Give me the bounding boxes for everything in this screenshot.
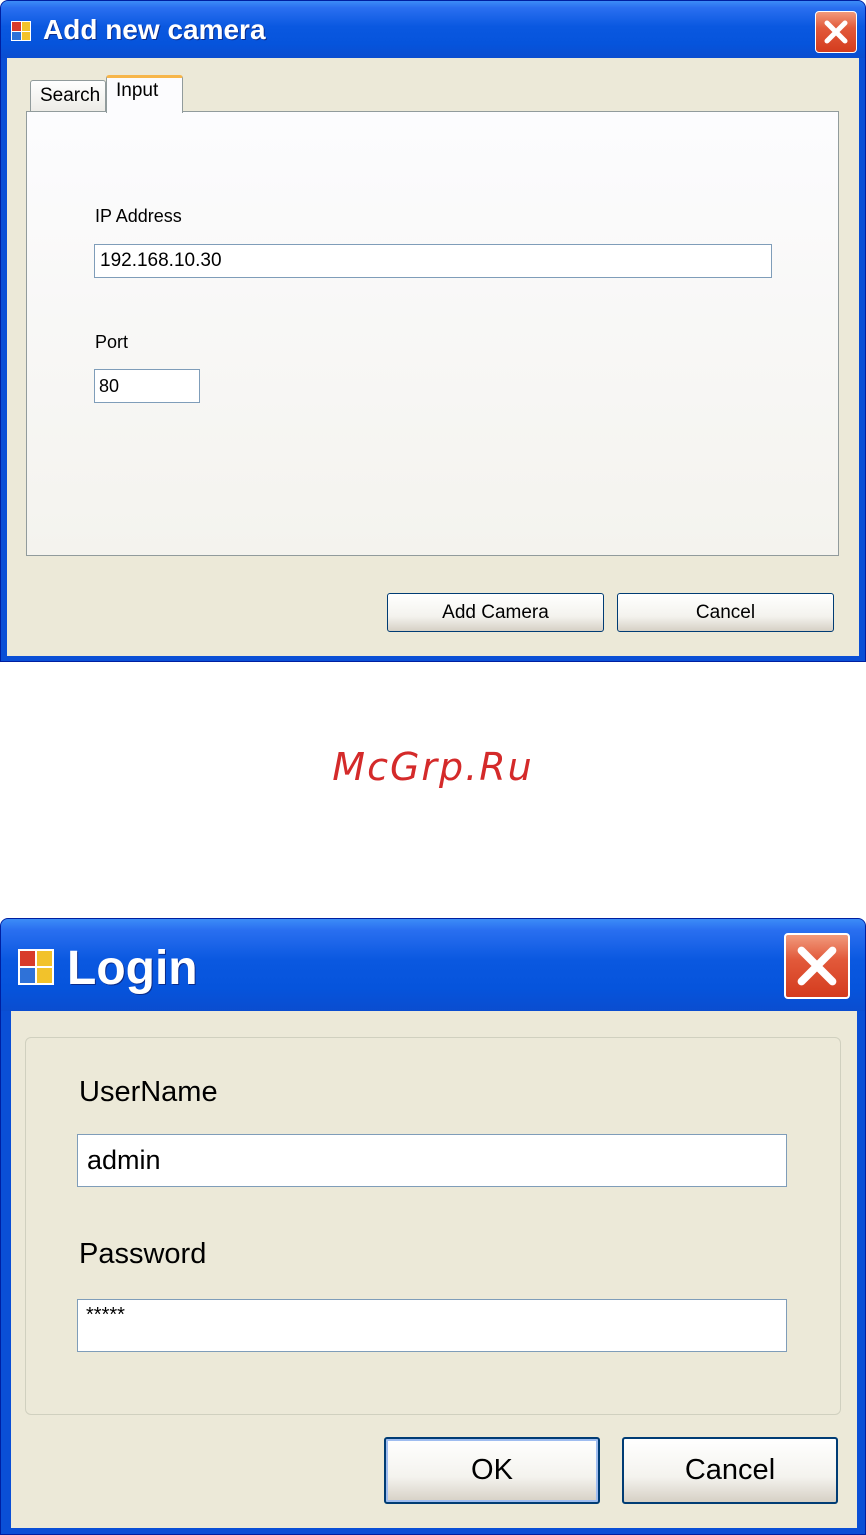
- port-input[interactable]: [94, 369, 200, 403]
- cancel-button[interactable]: Cancel: [622, 1437, 838, 1504]
- username-label: UserName: [79, 1076, 218, 1108]
- ok-button[interactable]: OK: [384, 1437, 600, 1504]
- ip-address-input[interactable]: [94, 244, 772, 278]
- close-icon: [797, 946, 837, 986]
- close-icon: [824, 20, 848, 44]
- tab-search-label: Search: [40, 85, 101, 106]
- close-button[interactable]: [815, 11, 857, 53]
- ip-address-label: IP Address: [95, 206, 182, 226]
- app-icon: [18, 949, 54, 985]
- tab-input[interactable]: Input: [106, 75, 183, 113]
- login-title: Login: [67, 942, 198, 995]
- tab-input-label: Input: [116, 80, 159, 101]
- input-tab-panel: IP Address Port: [26, 111, 839, 556]
- cancel-button[interactable]: Cancel: [617, 593, 834, 632]
- tab-search[interactable]: Search: [30, 80, 106, 112]
- watermark: McGrp.Ru: [332, 745, 534, 789]
- add-camera-title-bar[interactable]: Add new camera: [1, 1, 865, 58]
- add-camera-button[interactable]: Add Camera: [387, 593, 604, 632]
- add-camera-client-area: Search Input IP Address Port Add Camera …: [7, 58, 859, 656]
- add-camera-window: Add new camera Search Input IP Address P…: [0, 0, 866, 662]
- app-icon: [11, 21, 31, 41]
- close-button[interactable]: [784, 933, 850, 999]
- login-title-bar[interactable]: Login: [1, 919, 865, 1011]
- password-input[interactable]: *****: [77, 1299, 787, 1352]
- login-window: Login UserName Password ***** OK Cancel: [0, 918, 866, 1535]
- password-label: Password: [79, 1238, 207, 1270]
- login-client-area: UserName Password ***** OK Cancel: [11, 1011, 857, 1528]
- login-group-box: UserName Password *****: [25, 1037, 841, 1415]
- username-input[interactable]: [77, 1134, 787, 1187]
- port-label: Port: [95, 332, 129, 352]
- add-camera-title: Add new camera: [43, 14, 266, 45]
